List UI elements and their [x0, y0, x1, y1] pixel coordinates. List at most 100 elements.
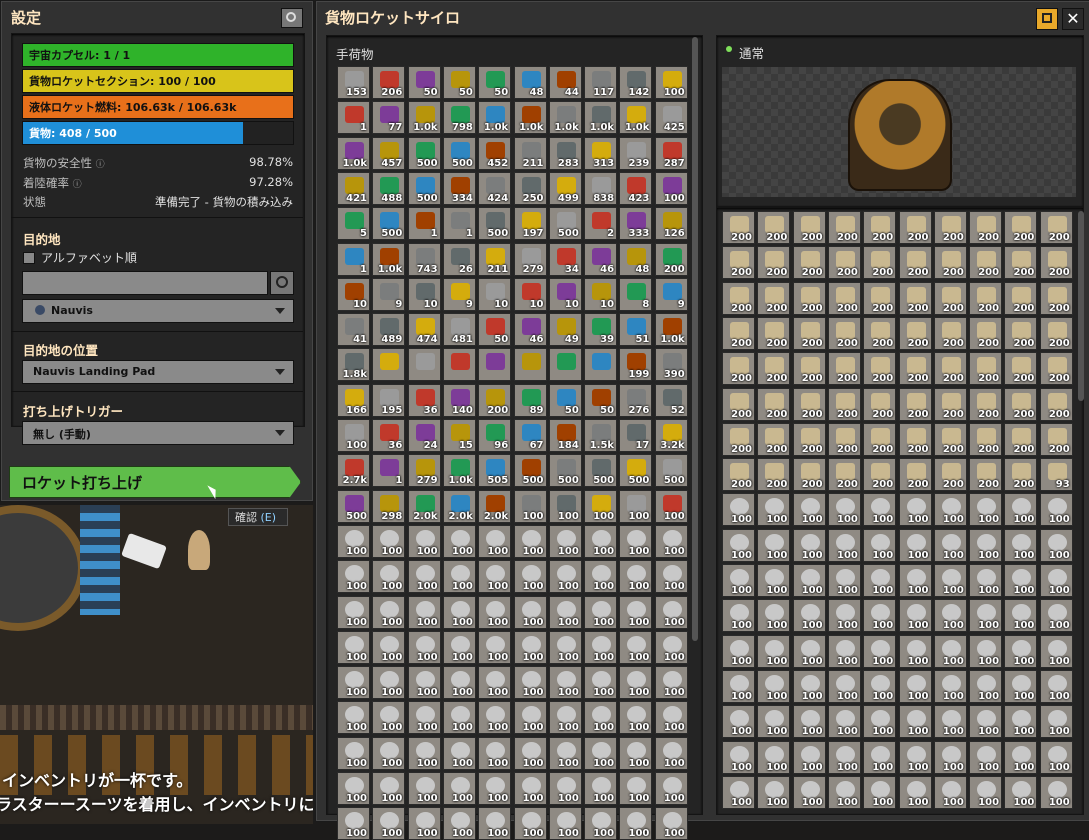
silo-slot[interactable]: 100 — [969, 669, 1003, 703]
inventory-slot[interactable]: 1.0k — [372, 242, 406, 276]
inventory-slot[interactable]: 100 — [372, 666, 406, 700]
silo-slot[interactable]: 100 — [757, 599, 791, 633]
inventory-slot[interactable]: 100 — [654, 772, 688, 805]
inventory-slot[interactable]: 9 — [372, 277, 406, 311]
inventory-slot[interactable]: 500 — [478, 207, 512, 241]
inventory-slot[interactable]: 100 — [584, 772, 618, 805]
inventory-slot[interactable]: 100 — [548, 524, 582, 558]
inventory-slot[interactable]: 100 — [372, 524, 406, 558]
inventory-slot[interactable]: 1.0k — [478, 101, 512, 135]
inventory-slot[interactable]: 798 — [442, 101, 476, 135]
silo-slot[interactable]: 200 — [933, 352, 967, 386]
silo-slot[interactable]: 100 — [1004, 634, 1038, 668]
silo-slot[interactable]: 100 — [792, 493, 826, 527]
alphabetical-checkbox[interactable] — [23, 252, 35, 264]
inventory-slot[interactable]: 49 — [548, 313, 582, 347]
silo-slot[interactable]: 100 — [1039, 705, 1073, 739]
silo-slot[interactable]: 200 — [792, 387, 826, 421]
silo-slot[interactable]: 200 — [863, 352, 897, 386]
silo-slot[interactable]: 200 — [933, 281, 967, 315]
inventory-slot[interactable]: 46 — [513, 313, 547, 347]
inventory-slot[interactable]: 100 — [478, 701, 512, 735]
inventory-slot[interactable]: 500 — [407, 171, 441, 205]
inventory-slot[interactable]: 1 — [372, 454, 406, 488]
silo-slot[interactable]: 200 — [792, 422, 826, 456]
inventory-slot[interactable]: 1.0k — [654, 313, 688, 347]
inventory-slot[interactable]: 15 — [442, 419, 476, 452]
silo-slot[interactable]: 200 — [722, 352, 755, 386]
silo-slot[interactable]: 100 — [1004, 599, 1038, 633]
inventory-slot[interactable]: 100 — [372, 560, 406, 594]
silo-slot[interactable]: 100 — [898, 564, 932, 597]
inventory-slot[interactable]: 100 — [513, 736, 547, 770]
silo-slot[interactable]: 100 — [1004, 493, 1038, 527]
trigger-dropdown[interactable]: 無し (手動) — [22, 421, 294, 445]
silo-slot[interactable]: 200 — [827, 281, 861, 315]
inventory-slot[interactable]: 100 — [513, 595, 547, 629]
silo-slot[interactable]: 200 — [827, 246, 861, 280]
silo-slot[interactable]: 200 — [1004, 316, 1038, 350]
silo-slot[interactable]: 100 — [969, 564, 1003, 597]
silo-slot[interactable]: 100 — [898, 493, 932, 527]
silo-slot[interactable]: 200 — [1039, 246, 1073, 280]
silo-slot[interactable]: 200 — [898, 211, 932, 244]
inventory-slot[interactable]: 3.2k — [654, 419, 688, 452]
inventory-slot[interactable]: 100 — [478, 666, 512, 700]
silo-slot[interactable]: 200 — [1004, 387, 1038, 421]
inventory-slot[interactable]: 474 — [407, 313, 441, 347]
inventory-slot[interactable]: 10 — [407, 277, 441, 311]
inventory-slot[interactable]: 421 — [337, 171, 370, 205]
inventory-slot[interactable]: 211 — [513, 136, 547, 170]
silo-slot[interactable]: 200 — [863, 211, 897, 244]
silo-slot[interactable]: 200 — [792, 281, 826, 315]
silo-slot[interactable]: 100 — [898, 528, 932, 562]
inventory-slot[interactable]: 52 — [654, 383, 688, 417]
silo-slot[interactable]: 100 — [1004, 705, 1038, 739]
inventory-slot[interactable]: 313 — [584, 136, 618, 170]
inventory-slot[interactable]: 100 — [584, 524, 618, 558]
search-input[interactable] — [22, 271, 268, 295]
inventory-slot[interactable]: 100 — [619, 772, 653, 805]
inventory-slot[interactable]: 100 — [513, 489, 547, 523]
inventory-slot[interactable]: 100 — [407, 666, 441, 700]
inventory-slot[interactable]: 276 — [619, 383, 653, 417]
silo-slot[interactable]: 200 — [722, 246, 755, 280]
close-button[interactable]: ✕ — [1062, 8, 1084, 30]
inventory-slot[interactable]: 1.0k — [337, 136, 370, 170]
inventory-slot[interactable]: 100 — [372, 630, 406, 664]
inventory-slot[interactable]: 100 — [619, 701, 653, 735]
silo-slot[interactable]: 100 — [722, 599, 755, 633]
silo-slot[interactable]: 200 — [863, 387, 897, 421]
inventory-slot[interactable]: 100 — [337, 419, 370, 452]
silo-slot[interactable]: 100 — [792, 528, 826, 562]
inventory-slot[interactable]: 100 — [584, 595, 618, 629]
inventory-slot[interactable]: 50 — [478, 66, 512, 99]
silo-slot[interactable]: 100 — [1039, 564, 1073, 597]
inventory-slot[interactable]: 452 — [478, 136, 512, 170]
inventory-slot[interactable]: 500 — [513, 454, 547, 488]
inventory-slot[interactable]: 153 — [337, 66, 370, 99]
inventory-slot[interactable]: 100 — [654, 489, 688, 523]
inventory-slot[interactable]: 283 — [548, 136, 582, 170]
silo-slot[interactable]: 200 — [863, 281, 897, 315]
silo-slot[interactable]: 100 — [933, 599, 967, 633]
inventory-slot[interactable]: 26 — [442, 242, 476, 276]
silo-slot[interactable]: 100 — [898, 634, 932, 668]
inventory-slot[interactable]: 2.0k — [407, 489, 441, 523]
silo-slot[interactable]: 100 — [1039, 775, 1073, 809]
inventory-slot[interactable]: 100 — [654, 736, 688, 770]
inventory-slot[interactable]: 100 — [584, 701, 618, 735]
inventory-slot[interactable]: 2.0k — [478, 489, 512, 523]
inventory-slot[interactable]: 500 — [654, 454, 688, 488]
silo-slot[interactable]: 200 — [722, 458, 755, 492]
inventory-slot[interactable]: 279 — [513, 242, 547, 276]
silo-slot[interactable]: 200 — [1039, 387, 1073, 421]
silo-slot[interactable]: 200 — [1039, 211, 1073, 244]
inventory-slot[interactable]: 100 — [619, 666, 653, 700]
inventory-slot[interactable]: 100 — [654, 66, 688, 99]
inventory-slot[interactable]: 195 — [372, 383, 406, 417]
silo-slot[interactable]: 100 — [792, 634, 826, 668]
inventory-slot[interactable]: 24 — [407, 419, 441, 452]
silo-slot[interactable]: 100 — [827, 775, 861, 809]
inventory-slot[interactable]: 89 — [513, 383, 547, 417]
